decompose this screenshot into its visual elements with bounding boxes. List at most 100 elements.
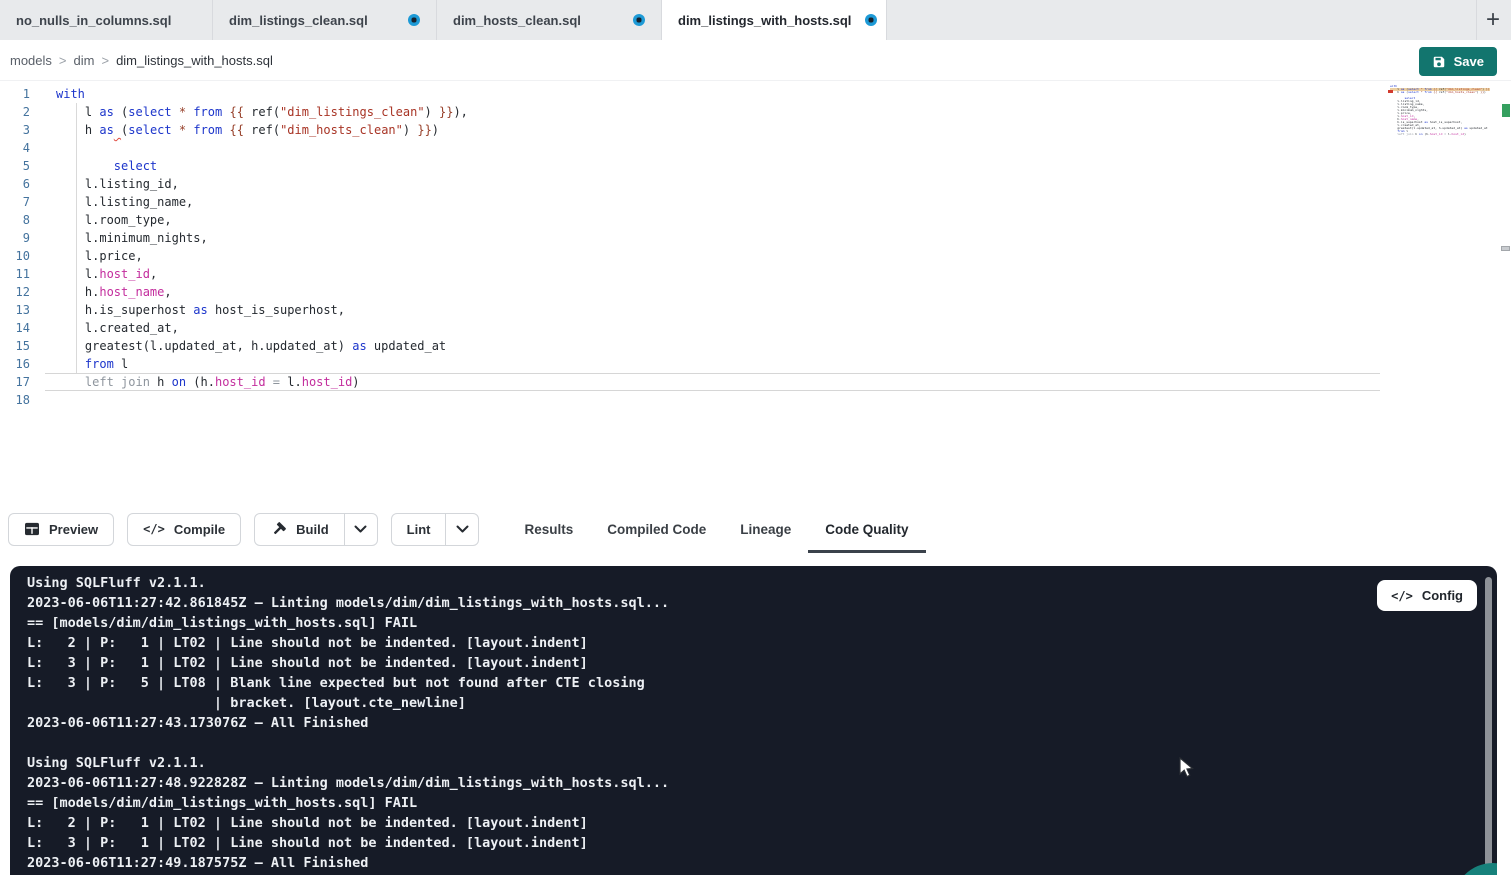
panel-tab-results[interactable]: Results bbox=[507, 505, 590, 553]
terminal-line bbox=[27, 733, 669, 753]
new-tab-button[interactable]: + bbox=[1479, 3, 1507, 37]
panel-tab-label: Compiled Code bbox=[607, 522, 706, 537]
code-token bbox=[172, 105, 179, 119]
code-token: select bbox=[1408, 91, 1419, 94]
code-line: select bbox=[56, 157, 468, 175]
editor-action-toolbar: Preview </> Compile Build bbox=[0, 505, 1511, 553]
file-tab-label: no_nulls_in_columns.sql bbox=[16, 13, 171, 28]
code-token: ) bbox=[352, 375, 359, 389]
line-number: 15 bbox=[0, 337, 30, 355]
code-token: "dim_hosts_clean" bbox=[280, 123, 403, 137]
build-button-label: Build bbox=[296, 522, 329, 537]
hammer-icon bbox=[270, 521, 287, 538]
line-number: 12 bbox=[0, 283, 30, 301]
minimap-error-marker bbox=[1388, 90, 1393, 93]
compile-button[interactable]: </> Compile bbox=[127, 513, 241, 546]
code-token: * bbox=[179, 105, 186, 119]
line-number: 18 bbox=[0, 391, 30, 409]
file-tab[interactable]: no_nulls_in_columns.sql bbox=[0, 0, 213, 40]
file-tab[interactable]: dim_hosts_clean.sql bbox=[437, 0, 662, 40]
preview-button[interactable]: Preview bbox=[8, 513, 114, 546]
file-tab-label: dim_listings_with_hosts.sql bbox=[678, 13, 851, 28]
lint-button[interactable]: Lint bbox=[392, 514, 446, 545]
unsaved-changes-icon bbox=[865, 14, 877, 26]
lint-dropdown-button[interactable] bbox=[445, 514, 478, 545]
code-editor[interactable]: 123456789101112131415161718 with l as (s… bbox=[0, 81, 1511, 505]
code-line: from l bbox=[56, 355, 468, 373]
code-token: ) bbox=[403, 123, 417, 137]
code-token: ( bbox=[114, 105, 128, 119]
terminal-line: L: 3 | P: 1 | LT02 | Line should not be … bbox=[27, 653, 669, 673]
code-line: l.host_id, bbox=[56, 265, 468, 283]
terminal-line: L: 2 | P: 1 | LT02 | Line should not be … bbox=[27, 813, 669, 833]
line-number: 3 bbox=[0, 121, 30, 139]
code-token: host_id bbox=[1430, 133, 1443, 136]
code-token: on bbox=[172, 375, 186, 389]
save-button-label: Save bbox=[1454, 54, 1484, 69]
code-token: l.minimum_nights, bbox=[56, 231, 208, 245]
terminal-scrollbar-thumb[interactable] bbox=[1485, 577, 1492, 867]
code-token: host_id bbox=[1451, 133, 1464, 136]
code-token: host_is_superhost, bbox=[208, 303, 345, 317]
code-lines: with l as (select * from {{ ref("dim_lis… bbox=[56, 85, 468, 409]
code-line bbox=[56, 391, 468, 409]
breadcrumb-separator-icon: > bbox=[101, 53, 109, 68]
line-number: 9 bbox=[0, 229, 30, 247]
editor-scrollbar-thumb[interactable] bbox=[1501, 246, 1510, 251]
editor-minimap[interactable]: with l as (select * from {{ ref("dim_lis… bbox=[1390, 85, 1490, 139]
code-token: }} bbox=[417, 123, 431, 137]
code-token: updated_at bbox=[367, 339, 446, 353]
code-token: ref( bbox=[244, 105, 280, 119]
code-token: l.room_type, bbox=[56, 213, 172, 227]
code-token: }} bbox=[439, 105, 453, 119]
code-line: greatest(l.updated_at, h.updated_at) as … bbox=[56, 337, 468, 355]
file-tab[interactable]: dim_listings_with_hosts.sql bbox=[662, 0, 887, 40]
lint-button-label: Lint bbox=[407, 522, 431, 537]
terminal-line: 2023-06-06T11:27:48.922828Z — Linting mo… bbox=[27, 773, 669, 793]
code-token: , bbox=[150, 267, 157, 281]
code-token: host_id bbox=[215, 375, 266, 389]
terminal-line: Using SQLFluff v2.1.1. bbox=[27, 573, 669, 593]
lint-button-group: Lint bbox=[391, 513, 480, 546]
code-token: = bbox=[273, 375, 280, 389]
code-token: from bbox=[193, 105, 222, 119]
panel-tab-lineage[interactable]: Lineage bbox=[723, 505, 808, 553]
code-brackets-icon: </> bbox=[143, 522, 165, 536]
panel-tab-compiled-code[interactable]: Compiled Code bbox=[590, 505, 723, 553]
terminal-line: L: 3 | P: 1 | LT02 | Line should not be … bbox=[27, 833, 669, 853]
code-line: l.listing_name, bbox=[56, 193, 468, 211]
code-token: h.is_superhost bbox=[56, 303, 193, 317]
code-token: host_is_superhost, bbox=[1428, 121, 1462, 124]
code-token: from bbox=[193, 123, 222, 137]
line-number: 10 bbox=[0, 247, 30, 265]
line-number: 8 bbox=[0, 211, 30, 229]
code-token: (h. bbox=[1423, 133, 1430, 136]
code-token: l bbox=[56, 105, 99, 119]
code-line: l.created_at, bbox=[56, 319, 468, 337]
save-button[interactable]: Save bbox=[1419, 47, 1497, 76]
code-line: l.minimum_nights, bbox=[56, 229, 468, 247]
code-token: {{ bbox=[229, 105, 243, 119]
unsaved-changes-icon bbox=[408, 14, 420, 26]
tab-bar-divider bbox=[1476, 0, 1477, 40]
file-tab[interactable]: dim_listings_clean.sql bbox=[213, 0, 437, 40]
code-line: l.listing_id, bbox=[56, 175, 468, 193]
code-token: l. bbox=[280, 375, 302, 389]
tab-bar-tabs: no_nulls_in_columns.sql dim_listings_clea… bbox=[0, 0, 887, 40]
code-token bbox=[56, 357, 85, 371]
build-dropdown-button[interactable] bbox=[344, 514, 377, 545]
code-token: select bbox=[128, 105, 171, 119]
terminal-line: L: 2 | P: 1 | LT02 | Line should not be … bbox=[27, 633, 669, 653]
config-button[interactable]: </> Config bbox=[1377, 580, 1477, 611]
build-button[interactable]: Build bbox=[255, 514, 344, 545]
minimap-line: h as (select * from {{ ref("dim_hosts_cl… bbox=[1390, 91, 1490, 94]
help-chat-bubble-button[interactable] bbox=[1453, 863, 1497, 875]
code-token: select bbox=[114, 159, 157, 173]
line-number: 5 bbox=[0, 157, 30, 175]
line-number: 6 bbox=[0, 175, 30, 193]
code-token: with bbox=[56, 87, 85, 101]
panel-tab-code-quality[interactable]: Code Quality bbox=[808, 505, 925, 553]
code-token: host_id bbox=[99, 267, 150, 281]
file-tab-label: dim_listings_clean.sql bbox=[229, 13, 368, 28]
code-line: h as (select * from {{ ref("dim_hosts_cl… bbox=[56, 121, 468, 139]
